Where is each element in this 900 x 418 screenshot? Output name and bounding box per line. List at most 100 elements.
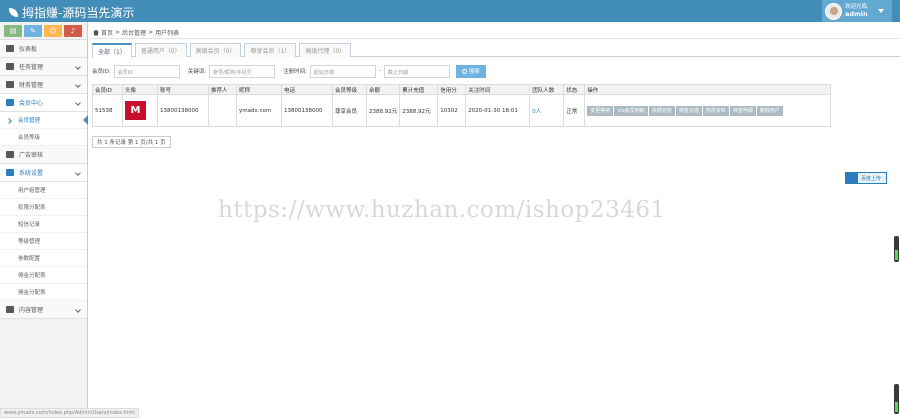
chevron-down-icon <box>75 170 81 176</box>
sidebar-item-label: 财务管理 <box>19 82 44 89</box>
member-table: 会员ID 头像 账号 推荐人 昵称 电话 会员等级 余额 累计充值 信用分 关注… <box>92 84 832 127</box>
cell-ops: 变更等级 vip会员到期 余额充值 佣金充值 修改资料 佣金明细 删除用户 <box>584 94 832 127</box>
cell-account: 13800138000 <box>157 94 209 127</box>
sidebar-subitem-user-groups[interactable]: 用户组管理 <box>0 182 87 199</box>
end-date-input[interactable]: 截止日期 <box>383 64 450 78</box>
commission-detail-button[interactable]: 佣金明细 <box>729 105 756 116</box>
home-icon <box>93 29 99 36</box>
row-actions: 变更等级 vip会员到期 余额充值 佣金充值 修改资料 佣金明细 删除用户 <box>587 105 828 116</box>
sidebar-subitem-commission-2[interactable]: 佣金分配表 <box>0 284 87 301</box>
team-count-link[interactable]: 0人 <box>529 94 565 127</box>
member-id-input[interactable]: 会员ID <box>113 64 180 78</box>
cloud-icon <box>846 172 858 184</box>
commission-recharge-button[interactable]: 佣金充值 <box>675 105 702 116</box>
cell-recharge: 2388.92元 <box>399 94 439 127</box>
baidu-upload-button[interactable]: 百度上传 <box>845 172 887 184</box>
sidebar-subitem-sms-log[interactable]: 短信记录 <box>0 216 87 233</box>
chart-shortcut-button[interactable]: ▤ <box>4 25 22 37</box>
top-navbar: 拇指赚-源码当先演示 欢迎光临, admin <box>0 0 900 22</box>
gear-icon <box>6 169 14 176</box>
sidebar-item-label: 任务管理 <box>19 64 44 71</box>
sidebar-subitem-member-manage[interactable]: 会员管理 <box>0 112 88 129</box>
pencil-shortcut-button[interactable]: ✎ <box>24 25 42 37</box>
app-brand[interactable]: 拇指赚-源码当先演示 <box>9 4 134 21</box>
sidebar-item-tasks[interactable]: 任务管理 <box>0 58 87 76</box>
app-title: 拇指赚-源码当先演示 <box>22 6 135 20</box>
caret-down-icon <box>877 9 884 13</box>
cell-nickname: ymadx.com <box>236 94 282 127</box>
sidebar-subitem-commission-1[interactable]: 佣金分配表 <box>0 267 87 284</box>
user-menu[interactable]: 欢迎光临, admin <box>822 0 892 22</box>
tasks-icon <box>6 63 14 70</box>
col-header: 操作 <box>584 84 832 95</box>
col-header: 余额 <box>365 84 401 95</box>
time-label: 注册时间: <box>283 69 307 75</box>
tab-senior[interactable]: 高级会员（0） <box>189 43 242 57</box>
sidebar: ▤ ✎ ☺ ♪ 仪表板 任务管理 财务管理 会员中心 会员管理 会员等级 广告审… <box>0 22 88 418</box>
vip-expire-button[interactable]: vip会员到期 <box>614 105 648 116</box>
col-header: 信用分 <box>437 84 467 95</box>
edit-profile-button[interactable]: 修改资料 <box>702 105 729 116</box>
balance-recharge-button[interactable]: 余额充值 <box>648 105 675 116</box>
col-header: 账号 <box>157 84 209 95</box>
tab-all[interactable]: 全部（1） <box>92 43 132 58</box>
tab-normal[interactable]: 普通用户（0） <box>134 43 187 57</box>
shortcut-buttons: ▤ ✎ ☺ ♪ <box>0 22 87 40</box>
users-shortcut-button[interactable]: ☺ <box>44 25 62 37</box>
user-info: 欢迎光临, admin <box>845 4 869 18</box>
cell-credit: 10302 <box>437 94 467 127</box>
sidebar-item-label: 仪表板 <box>19 46 38 53</box>
pagination-info: 共 1 条记录 第 1 页/共 1 页 <box>92 136 171 148</box>
col-header: 团队人数 <box>529 84 565 95</box>
sidebar-item-members[interactable]: 会员中心 <box>0 94 87 112</box>
sidebar-subitem-params[interactable]: 参数配置 <box>0 250 87 267</box>
breadcrumb-home[interactable]: 首页 <box>101 28 113 37</box>
browser-status-url: www.ymadx.com/index.php/Admin/Users/inde… <box>0 408 139 418</box>
start-date-input[interactable]: 起始日期 <box>309 64 376 78</box>
chevron-down-icon <box>75 307 81 313</box>
sidebar-subitem-level-manage[interactable]: 等级管理 <box>0 233 87 250</box>
search-filters: 会员ID: 会员ID 关键词: 账号/昵称/手机号 注册时间: 起始日期 - 截… <box>92 64 486 78</box>
delete-user-button[interactable]: 删除用户 <box>756 105 783 116</box>
watermark-text: https://www.huzhan.com/ishop23461 <box>218 197 666 223</box>
sidebar-item-ads[interactable]: 广告审核 <box>0 146 87 164</box>
sidebar-item-dashboard[interactable]: 仪表板 <box>0 40 87 58</box>
cell-status: 正常 <box>563 94 586 127</box>
user-name: admin <box>845 10 868 18</box>
cell-phone: 13800138000 <box>281 94 333 127</box>
chevron-down-icon <box>75 64 81 70</box>
tab-agent[interactable]: 高级代理（0） <box>299 43 352 57</box>
col-header: 推荐人 <box>208 84 237 95</box>
cell-level: 尊享会员 <box>332 94 367 127</box>
cell-referrer <box>208 94 237 127</box>
date-separator: - <box>378 68 381 74</box>
sidebar-item-content[interactable]: 内容管理 <box>0 301 87 319</box>
side-gauge-bottom <box>894 384 899 414</box>
table-header-row: 会员ID 头像 账号 推荐人 昵称 电话 会员等级 余额 累计充值 信用分 关注… <box>92 84 832 95</box>
keyword-input[interactable]: 账号/昵称/手机号 <box>209 64 276 78</box>
breadcrumb-section[interactable]: 后台管理 <box>122 28 146 37</box>
side-gauge-top <box>894 236 899 262</box>
table-row: 51538 M 13800138000 ymadx.com 1380013800… <box>92 94 832 127</box>
search-button[interactable]: 搜索 <box>455 64 486 78</box>
book-icon <box>6 306 14 313</box>
tab-premium[interactable]: 尊享会员（1） <box>244 43 297 57</box>
sidebar-item-settings[interactable]: 系统设置 <box>0 164 87 182</box>
member-filter-tabs: 全部（1） 普通用户（0） 高级会员（0） 尊享会员（1） 高级代理（0） <box>92 43 900 58</box>
dashboard-icon <box>6 45 14 52</box>
cell-id: 51538 <box>92 94 123 127</box>
sidebar-item-label: 内容管理 <box>19 307 44 314</box>
keyword-label: 关键词: <box>187 69 207 75</box>
sidebar-item-label: 会员中心 <box>19 100 44 107</box>
col-header: 会员ID <box>92 84 123 95</box>
sidebar-subitem-member-level[interactable]: 会员等级 <box>0 129 87 146</box>
bell-shortcut-button[interactable]: ♪ <box>64 25 82 37</box>
sidebar-item-finance[interactable]: 财务管理 <box>0 76 87 94</box>
col-header: 会员等级 <box>332 84 367 95</box>
search-icon <box>461 68 467 74</box>
col-header: 电话 <box>281 84 333 95</box>
sidebar-subitem-permissions[interactable]: 权限分配表 <box>0 199 87 216</box>
change-level-button[interactable]: 变更等级 <box>587 105 614 116</box>
avatar <box>825 2 842 20</box>
search-button-label: 搜索 <box>468 69 480 75</box>
